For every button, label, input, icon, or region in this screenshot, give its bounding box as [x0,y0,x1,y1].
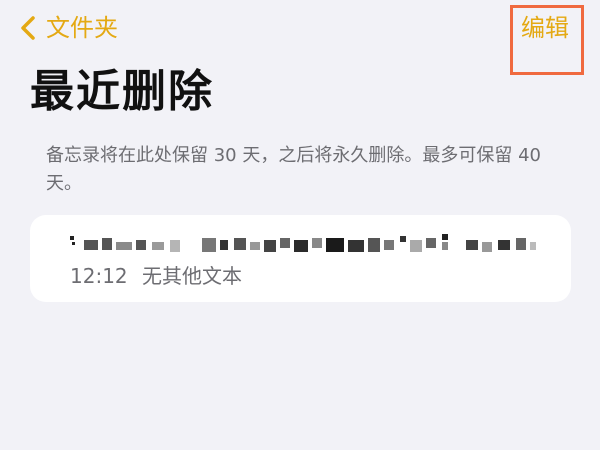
pixelated-note-title [70,234,540,258]
back-button-label: 文件夹 [46,14,118,42]
page-title: 最近删除 [30,66,214,117]
edit-button[interactable]: 编辑 [521,12,569,44]
note-preview: 无其他文本 [142,264,242,288]
back-button[interactable]: 文件夹 [16,8,118,48]
note-meta: 12:12 无其他文本 [70,262,242,290]
note-time: 12:12 [70,264,128,288]
chevron-left-icon [16,13,42,43]
note-card[interactable]: 12:12 无其他文本 [30,215,571,302]
retention-info-text: 备忘录将在此处保留 30 天，之后将永久删除。最多可保留 40 天。 [46,145,541,194]
